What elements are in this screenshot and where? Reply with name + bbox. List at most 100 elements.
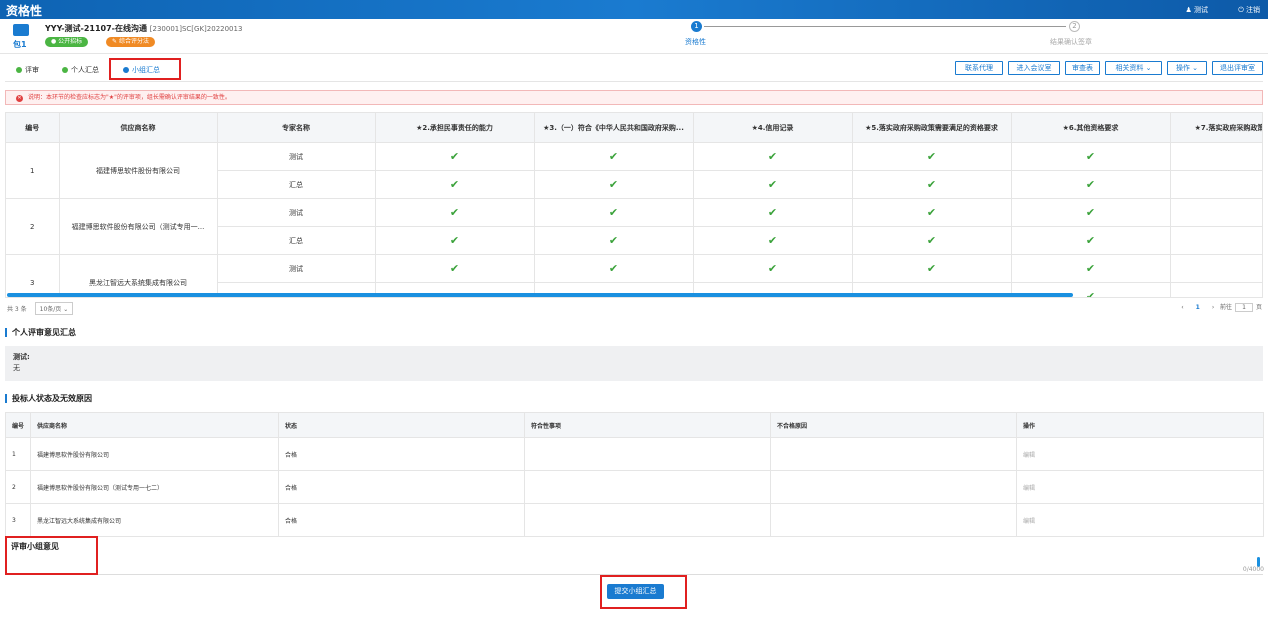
next-page-icon[interactable]: ›: [1212, 304, 1214, 311]
tab-review[interactable]: 评审: [16, 60, 39, 80]
char-counter: 0/4000: [1242, 566, 1264, 573]
col-criterion-5: ★5.落实政府采购政策需要满足的资格要求: [852, 113, 1012, 143]
related-docs-dropdown[interactable]: 相关资料 ⌄: [1105, 61, 1162, 75]
supplier-name: 福建博思软件股份有限公司（测试专用一...: [59, 198, 218, 255]
check-icon: ✔: [693, 170, 853, 199]
edit-link[interactable]: 编辑: [1016, 503, 1264, 537]
col-supplier: 供应商名称: [59, 113, 218, 143]
logout-label: 注销: [1246, 6, 1260, 14]
step-connector: [704, 26, 1066, 27]
col-no: 编号: [6, 113, 60, 143]
evaluation-grid[interactable]: 编号 供应商名称 专家名称 ★2.承担民事责任的能力 ★3.（一）符合《中华人民…: [5, 112, 1263, 298]
supplier-name: 福建博思软件股份有限公司: [30, 437, 279, 471]
check-icon: ✔: [534, 142, 694, 171]
row-number: 1: [6, 142, 60, 199]
evaluation-method-badge: ✎ 综合评分法: [106, 37, 155, 47]
expert-name: 汇总: [217, 226, 376, 255]
edit-link[interactable]: 编辑: [1016, 470, 1264, 504]
tab-personal-summary-label: 个人汇总: [71, 66, 99, 74]
step-1-dot: 1: [691, 21, 702, 32]
project-header: 包1 YYY-测试-21107-在线沟通 [230001]SC[GK]20220…: [0, 19, 1268, 54]
expert-name: 汇总: [217, 170, 376, 199]
related-docs-label: 相关资料: [1115, 64, 1144, 72]
bidder-status-table: 编号 供应商名称 状态 符合性事项 不合格原因 操作 1 福建博思软件股份有限公…: [5, 412, 1264, 537]
reviewer-name: 测试:: [13, 353, 30, 361]
exit-review-button[interactable]: 退出评审室: [1212, 61, 1263, 75]
goto-page-input[interactable]: 1: [1234, 303, 1253, 312]
step-1-label: 资格性: [685, 38, 706, 46]
col-criterion-4: ★4.信用记录: [693, 113, 853, 143]
col-expert: 专家名称: [217, 113, 376, 143]
table-row: 1 福建博思软件股份有限公司 合格 编辑: [5, 437, 1264, 471]
project-code: [230001]SC[GK]20220013: [149, 25, 243, 33]
check-icon: ✔: [375, 142, 535, 171]
check-icon: ✔: [534, 226, 694, 255]
check-icon: ✔: [375, 170, 535, 199]
check-icon: ✔: [693, 226, 853, 255]
table-row: 1 福建博思软件股份有限公司 测试 ✔✔✔✔✔✔: [6, 142, 1262, 199]
procurement-method-badge: ● 公开招标: [45, 37, 89, 47]
complete-status-icon: [62, 67, 68, 73]
check-icon: ✔: [852, 170, 1012, 199]
operations-label: 操作: [1175, 64, 1190, 72]
check-icon: ✔: [375, 198, 535, 227]
check-icon: ✔: [1170, 198, 1262, 227]
project-name: YYY-测试-21107-在线沟通: [45, 24, 147, 33]
status-col-reason: 不合格原因: [770, 412, 1017, 438]
chevron-down-icon: ⌄: [1145, 64, 1152, 72]
notice-text: 说明：本环节的检查应标志为"★"的评审项，组长需确认评审结果的一致性。: [28, 94, 231, 101]
enter-meeting-button[interactable]: 进入会议室: [1008, 61, 1060, 75]
check-icon: ✔: [1011, 226, 1171, 255]
status-col-operation: 操作: [1016, 412, 1264, 438]
logout-button[interactable]: ⏻ 注销: [1238, 5, 1260, 15]
chevron-down-icon: ⌄: [63, 306, 69, 313]
check-icon: ✔: [852, 254, 1012, 283]
package-icon: [13, 24, 29, 36]
app-title: 资格性: [6, 4, 43, 18]
pagination-info: 共 3 条 10条/页 ⌄: [7, 302, 74, 315]
page-unit: 页: [1255, 304, 1262, 311]
status-header-row: 编号 供应商名称 状态 符合性事项 不合格原因 操作: [5, 412, 1264, 438]
table-row: 3 黑龙江智远大系统集成有限公司 测试 ✔✔✔✔✔✔: [6, 254, 1262, 297]
check-icon: ✔: [693, 198, 853, 227]
tab-personal-summary[interactable]: 个人汇总: [62, 60, 99, 80]
col-criterion-3: ★3.（一）符合《中华人民共和国政府采购...: [534, 113, 694, 143]
check-icon: ✔: [534, 198, 694, 227]
user-name: 测试: [1194, 6, 1208, 14]
status-col-state: 状态: [278, 412, 525, 438]
horizontal-scrollbar[interactable]: [7, 293, 1073, 297]
prev-page-icon[interactable]: ‹: [1181, 304, 1183, 311]
col-criterion-6: ★6.其他资格要求: [1011, 113, 1171, 143]
chevron-down-icon: ⌄: [1192, 64, 1199, 72]
review-sheet-button[interactable]: 审查表: [1065, 61, 1100, 75]
close-circle-icon: ✕: [16, 95, 23, 102]
top-bar: 资格性 ♟ 测试 ⏻ 注销: [0, 0, 1268, 19]
status-col-no: 编号: [5, 412, 31, 438]
check-icon: ✔: [1011, 254, 1171, 283]
check-icon: ✔: [693, 142, 853, 171]
user-menu[interactable]: ♟ 测试: [1185, 5, 1208, 15]
current-page[interactable]: 1: [1196, 304, 1200, 311]
check-icon: ✔: [693, 254, 853, 283]
edit-link[interactable]: 编辑: [1016, 437, 1264, 471]
personal-opinion-box: 测试: 无: [5, 346, 1263, 381]
status-col-supplier: 供应商名称: [30, 412, 279, 438]
group-opinion-textarea[interactable]: [5, 556, 1263, 575]
page-size-select[interactable]: 10条/页 ⌄: [34, 302, 74, 315]
check-icon: ✔: [1170, 170, 1262, 199]
supplier-name: 福建博思软件股份有限公司（测试专用一七二）: [30, 470, 279, 504]
check-icon: ✔: [1011, 198, 1171, 227]
operations-dropdown[interactable]: 操作 ⌄: [1167, 61, 1207, 75]
contact-agent-button[interactable]: 联系代理: [955, 61, 1003, 75]
highlight-box: [5, 536, 98, 575]
grid-header-row: 编号 供应商名称 专家名称 ★2.承担民事责任的能力 ★3.（一）符合《中华人民…: [6, 113, 1262, 143]
evaluation-method-label: 综合评分法: [118, 38, 149, 45]
check-icon: ✔: [1170, 226, 1262, 255]
expert-name: 测试: [217, 142, 376, 171]
supplier-name: 黑龙江智远大系统集成有限公司: [30, 503, 279, 537]
table-row: 2 福建博思软件股份有限公司（测试专用一七二） 合格 编辑: [5, 470, 1264, 504]
check-icon: ✔: [1170, 282, 1262, 297]
col-criterion-2: ★2.承担民事责任的能力: [375, 113, 535, 143]
table-row: 2 福建博思软件股份有限公司（测试专用一... 测试 ✔✔✔✔✔✔: [6, 198, 1262, 255]
goto-label: 前往: [1219, 304, 1232, 311]
